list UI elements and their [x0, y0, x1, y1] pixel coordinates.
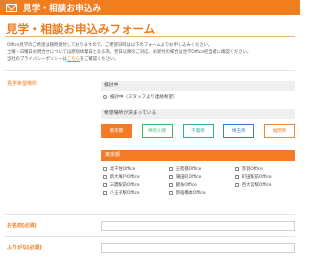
- office-checkbox[interactable]: [169, 190, 173, 195]
- intro-notes: Office見学のご希望は随時受付しておりますので、ご希望日時は以下のフォームよ…: [7, 42, 295, 64]
- office-label: 王睦都Office: [175, 167, 202, 173]
- office-checkbox[interactable]: [169, 175, 173, 179]
- required-mark: [必須]: [22, 223, 37, 229]
- note-line-3-pre: 当社のプライバシーポリシーは: [7, 57, 68, 63]
- office-label: 錦糸Office: [175, 182, 197, 188]
- undecided-header: 検討中: [101, 81, 295, 91]
- office-checkbox[interactable]: [103, 167, 107, 172]
- region-tab-fukuoka[interactable]: 福岡県: [264, 124, 295, 138]
- office-checkbox[interactable]: [169, 182, 173, 187]
- section-divider: [5, 236, 295, 237]
- region-tab-saitama[interactable]: 埼玉県: [223, 124, 255, 138]
- undecided-radio[interactable]: [103, 95, 107, 99]
- name-label: お名前[必須]: [7, 222, 37, 229]
- office-item[interactable]: 北千住Office: [103, 166, 169, 173]
- region-tab-tokyo[interactable]: 東京都: [101, 124, 132, 138]
- office-checkbox[interactable]: [235, 167, 239, 172]
- office-label: 三鷹駅前Office: [109, 182, 140, 188]
- office-label: 西大宮駅Office: [241, 182, 272, 188]
- office-label: 新宿橋本Office: [175, 190, 206, 196]
- name-input[interactable]: [101, 221, 295, 231]
- tokyo-header: 東京都: [101, 150, 295, 161]
- region-tab-chiba[interactable]: 千葉県: [182, 124, 214, 138]
- office-item[interactable]: 三鷹駅前Office: [103, 182, 169, 189]
- top-banner: 見学・相談お申込み: [0, 0, 300, 15]
- office-item[interactable]: 王睦都Office: [169, 166, 235, 173]
- form-title: 見学・相談お申込みフォーム: [6, 22, 156, 36]
- region-tab-kanagawa[interactable]: 神奈川県: [141, 124, 173, 138]
- title-divider: [5, 36, 295, 37]
- office-checkbox[interactable]: [235, 182, 239, 187]
- undecided-option-label: 検討中（スタッフより連絡希望）: [110, 95, 178, 100]
- banner-title: 見学・相談お申込み: [23, 3, 102, 14]
- office-item[interactable]: 錦糸Office: [169, 182, 235, 189]
- kana-label-text: ふりがな: [7, 245, 28, 251]
- office-item[interactable]: 西大宮駅Office: [235, 182, 295, 189]
- office-checkbox[interactable]: [169, 167, 173, 172]
- office-list: 北千住Office 王睦都Office 赤羽Office 新大塚戸Office …: [103, 166, 295, 196]
- office-checkbox[interactable]: [235, 175, 239, 179]
- office-item[interactable]: 蒲田町Office: [169, 174, 235, 181]
- office-label: 八王子駅Office: [109, 190, 140, 196]
- name-label-text: お名前: [7, 223, 23, 229]
- office-label: 赤羽Office: [241, 167, 263, 173]
- undecided-option[interactable]: 検討中（スタッフより連絡希望）: [103, 94, 177, 100]
- section-divider: [5, 70, 295, 71]
- office-item[interactable]: 町田駅前Office: [235, 174, 295, 181]
- office-label: 新大塚戸Office: [109, 175, 140, 181]
- note-line-3: 当社のプライバシーポリシーはこちらをご確認ください。: [7, 56, 295, 63]
- section-divider: [5, 214, 295, 215]
- office-item[interactable]: 新宿橋本Office: [169, 189, 235, 196]
- office-checkbox[interactable]: [103, 182, 107, 187]
- office-label: 町田駅前Office: [241, 175, 272, 181]
- kana-input[interactable]: [101, 243, 295, 253]
- wish-place-label: 見学希望場所: [7, 81, 38, 87]
- note-line-2: 土曜・日曜日お問合せについては原則休業日となる為、翌日以降のご対応、お受付の場合…: [7, 50, 252, 56]
- office-item[interactable]: 八王子駅Office: [103, 189, 169, 196]
- region-tabs: 東京都 神奈川県 千葉県 埼玉県 福岡県: [101, 124, 295, 138]
- required-mark: [必須]: [27, 245, 42, 251]
- kana-label: ふりがな[必須]: [7, 244, 42, 251]
- privacy-policy-link[interactable]: こちら: [67, 57, 80, 62]
- office-checkbox[interactable]: [103, 190, 107, 195]
- office-item[interactable]: 新大塚戸Office: [103, 174, 169, 181]
- office-item[interactable]: 赤羽Office: [235, 166, 295, 173]
- note-line-1: Office見学のご希望は随時受付しておりますので、ご希望日時は以下のフォームよ…: [7, 43, 213, 48]
- mail-icon: [6, 3, 17, 12]
- note-line-3-post: をご確認ください。: [79, 57, 119, 63]
- office-checkbox[interactable]: [103, 175, 107, 179]
- office-label: 蒲田町Office: [175, 175, 202, 181]
- decided-header: 希望場所が決まっている: [101, 109, 295, 119]
- office-label: 北千住Office: [109, 167, 136, 173]
